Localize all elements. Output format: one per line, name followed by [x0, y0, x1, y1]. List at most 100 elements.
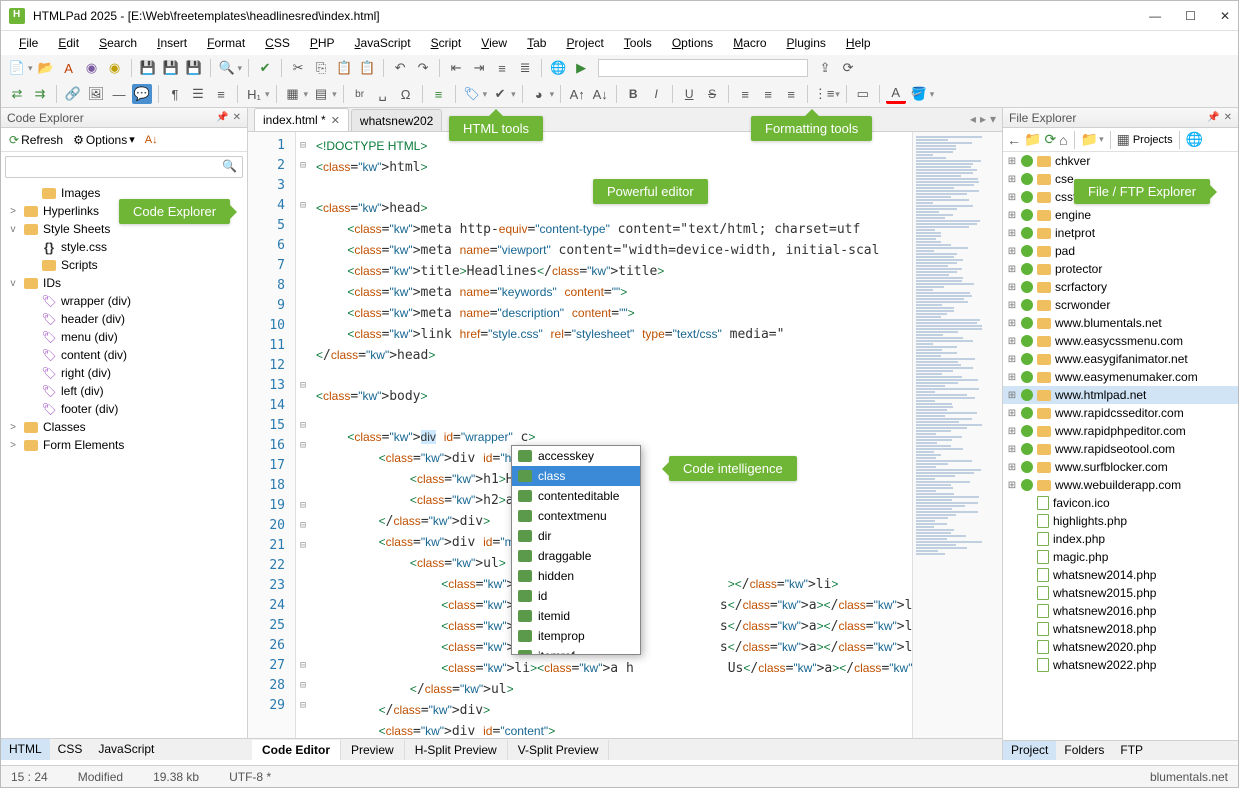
new-file-icon[interactable]: 📄 [7, 58, 27, 78]
file-item[interactable]: ⊞www.rapidseotool.com [1003, 440, 1238, 458]
color-icon[interactable]: ◕ [529, 84, 549, 104]
maximize-button[interactable]: ☐ [1185, 9, 1196, 23]
tree-item[interactable]: Scripts [1, 256, 247, 274]
menu-edit[interactable]: Edit [50, 33, 87, 53]
fe-tab[interactable]: FTP [1112, 741, 1151, 760]
paragraph-icon[interactable]: ¶ [165, 84, 185, 104]
tree-item[interactable]: vIDs [1, 274, 247, 292]
js-icon[interactable]: ◉ [105, 58, 125, 78]
menu-help[interactable]: Help [838, 33, 879, 53]
save-icon[interactable]: 💾 [138, 58, 158, 78]
minimize-button[interactable]: — [1149, 9, 1161, 23]
search-input[interactable] [5, 156, 243, 178]
autocomplete-popup[interactable]: accesskeyclasscontenteditablecontextmenu… [511, 445, 641, 655]
menu-script[interactable]: Script [423, 33, 470, 53]
tab-menu-icon[interactable]: ▾ [990, 112, 996, 126]
php-icon[interactable]: ◉ [82, 58, 102, 78]
spellcheck-icon[interactable]: ✔ [255, 58, 275, 78]
table-icon[interactable]: ▦ [283, 84, 303, 104]
menu-insert[interactable]: Insert [149, 33, 195, 53]
bg-color-icon[interactable]: 🪣 [909, 84, 929, 104]
italic-icon[interactable]: I [646, 84, 666, 104]
list-icon[interactable]: ⋮≡ [814, 84, 834, 104]
file-tab[interactable]: whatsnew202 [351, 109, 442, 131]
file-item[interactable]: magic.php [1003, 548, 1238, 566]
wrap-icon[interactable]: ⇉ [30, 84, 50, 104]
menu-php[interactable]: PHP [302, 33, 343, 53]
options-button[interactable]: ⚙ Options ▾ [69, 131, 139, 149]
menu-macro[interactable]: Macro [725, 33, 774, 53]
mode-tab[interactable]: Preview [341, 740, 405, 760]
fe-tab[interactable]: Project [1003, 741, 1056, 760]
code-tree[interactable]: Images>HyperlinksvStyle Sheets{}style.cs… [1, 182, 247, 738]
autocomplete-item[interactable]: class [512, 466, 640, 486]
pin-icon[interactable]: 📌 [216, 112, 228, 123]
format-icon[interactable]: ≡ [492, 58, 512, 78]
menu-plugins[interactable]: Plugins [779, 33, 834, 53]
html-icon[interactable]: A [59, 58, 79, 78]
fe-tab[interactable]: Folders [1056, 741, 1112, 760]
url-field[interactable] [598, 59, 808, 77]
autocomplete-item[interactable]: accesskey [512, 446, 640, 466]
upload-icon[interactable]: ⇪ [815, 58, 835, 78]
file-item[interactable]: ⊞scrwonder [1003, 296, 1238, 314]
reformat-icon[interactable]: ≣ [515, 58, 535, 78]
projects-icon[interactable]: ▦ [1117, 131, 1130, 148]
autocomplete-item[interactable]: itemprop [512, 626, 640, 646]
file-item[interactable]: ⊞engine [1003, 206, 1238, 224]
globe-icon[interactable]: 🌐 [1186, 131, 1203, 148]
file-tab[interactable]: index.html *✕ [254, 108, 349, 131]
file-item[interactable]: highlights.php [1003, 512, 1238, 530]
autocomplete-item[interactable]: itemref [512, 646, 640, 655]
sync-icon[interactable]: ⟳ [838, 58, 858, 78]
file-item[interactable]: ⊞scrfactory [1003, 278, 1238, 296]
file-item[interactable]: ⊞www.htmlpad.net [1003, 386, 1238, 404]
file-item[interactable]: ⊞pad [1003, 242, 1238, 260]
menu-css[interactable]: CSS [257, 33, 298, 53]
menu-format[interactable]: Format [199, 33, 253, 53]
close-button[interactable]: ✕ [1220, 9, 1230, 23]
file-item[interactable]: ⊞www.easymenumaker.com [1003, 368, 1238, 386]
file-item[interactable]: whatsnew2020.php [1003, 638, 1238, 656]
file-item[interactable]: whatsnew2015.php [1003, 584, 1238, 602]
menu-tab[interactable]: Tab [519, 33, 554, 53]
tree-item[interactable]: 🏷content (div) [1, 346, 247, 364]
menu-file[interactable]: File [11, 33, 46, 53]
paste-icon[interactable]: 📋 [334, 58, 354, 78]
strike-icon[interactable]: S [702, 84, 722, 104]
text-color-icon[interactable]: A [886, 84, 906, 104]
save-as-icon[interactable]: 💾 [184, 58, 204, 78]
file-item[interactable]: whatsnew2022.php [1003, 656, 1238, 674]
pin-icon[interactable]: 📌 [1207, 112, 1219, 123]
refresh-button[interactable]: ⟳ Refresh [5, 131, 67, 149]
nav-back-icon[interactable]: ← [1007, 132, 1021, 148]
file-item[interactable]: ⊞www.rapidphpeditor.com [1003, 422, 1238, 440]
file-item[interactable]: ⊞inetprot [1003, 224, 1238, 242]
file-item[interactable]: ⊞www.webuilderapp.com [1003, 476, 1238, 494]
tree-item[interactable]: 🏷header (div) [1, 310, 247, 328]
file-item[interactable]: ⊞www.blumentals.net [1003, 314, 1238, 332]
autocomplete-item[interactable]: draggable [512, 546, 640, 566]
comment-icon[interactable]: 💬 [132, 84, 152, 104]
file-item[interactable]: ⊞www.easycssmenu.com [1003, 332, 1238, 350]
indent-icon[interactable]: ⇥ [469, 58, 489, 78]
redo-icon[interactable]: ↷ [413, 58, 433, 78]
nav-up-icon[interactable]: 📁 [1024, 131, 1041, 148]
tree-item[interactable]: {}style.css [1, 238, 247, 256]
folder-icon[interactable]: 📁 [1081, 131, 1098, 148]
file-item[interactable]: whatsnew2018.php [1003, 620, 1238, 638]
menu-search[interactable]: Search [91, 33, 145, 53]
validate-icon[interactable]: ✔ [490, 84, 510, 104]
bold-icon[interactable]: B [623, 84, 643, 104]
copy-icon[interactable]: ⎘ [311, 58, 331, 78]
minimap[interactable] [912, 132, 1002, 738]
file-item[interactable]: ⊞www.easygifanimator.net [1003, 350, 1238, 368]
image-icon[interactable]: 🖼 [86, 84, 106, 104]
font-minus-icon[interactable]: A↓ [590, 84, 610, 104]
file-tree[interactable]: ⊞chkver⊞cse⊞csstool⊞engine⊞inetprot⊞pad⊞… [1003, 152, 1238, 740]
hr-icon[interactable]: — [109, 84, 129, 104]
file-item[interactable]: ⊞www.rapidcsseditor.com [1003, 404, 1238, 422]
underline-icon[interactable]: U [679, 84, 699, 104]
align-right-icon[interactable]: ≡ [781, 84, 801, 104]
mode-tab[interactable]: V-Split Preview [508, 740, 610, 760]
